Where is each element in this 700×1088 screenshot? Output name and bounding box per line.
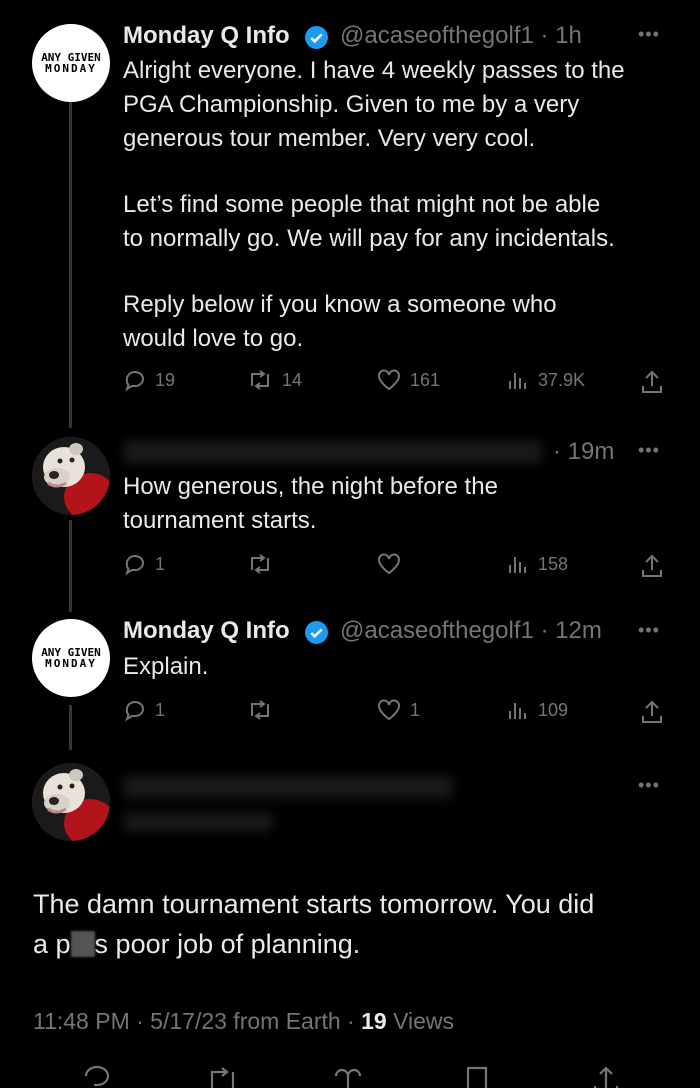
retweet-count: 14: [282, 369, 303, 390]
reply-button[interactable]: 1: [123, 698, 165, 722]
retweet-icon[interactable]: [205, 1062, 239, 1088]
reply-count: 1: [155, 699, 166, 720]
views-button[interactable]: 109: [506, 698, 568, 722]
share-icon[interactable]: [592, 1060, 620, 1088]
post-time[interactable]: 11:48 PM · 5/17/23 from Earth ·: [33, 1008, 361, 1034]
retweet-button[interactable]: [246, 698, 274, 722]
heart-icon: [378, 553, 400, 575]
reply-icon: [125, 701, 144, 722]
more-options-icon[interactable]: •••: [638, 440, 660, 461]
views-count: 109: [538, 699, 569, 720]
timestamp[interactable]: · 19m: [553, 438, 614, 466]
tweet-text-fragment: a p: [33, 929, 71, 959]
thread-line: [69, 520, 72, 612]
analytics-icon: [509, 703, 526, 719]
censor-block: [70, 931, 95, 957]
views-count: 37.9K: [538, 369, 586, 390]
logo-text: MONDAY: [45, 657, 97, 670]
views-button[interactable]: 158: [506, 552, 568, 576]
analytics-icon: [509, 373, 526, 389]
retweet-icon: [251, 554, 269, 574]
reply-icon[interactable]: [82, 1062, 112, 1088]
share-icon[interactable]: [640, 699, 664, 725]
avatar[interactable]: ANY GIVEN MONDAY: [32, 619, 110, 697]
handle-timestamp[interactable]: @acaseofthegolf1 · 12m: [340, 617, 602, 645]
bulldog-image: [32, 763, 110, 841]
views-count: 19: [361, 1008, 387, 1034]
heart-icon: [378, 699, 400, 721]
views-label: Views: [386, 1008, 455, 1034]
redacted-username: [123, 775, 453, 799]
tweet-text-fragment: s poor job of planning.: [94, 929, 361, 959]
verified-badge-icon: [305, 621, 328, 644]
more-options-icon[interactable]: •••: [638, 24, 660, 45]
share-icon[interactable]: [640, 553, 664, 579]
reply-icon: [125, 371, 144, 392]
avatar[interactable]: [32, 763, 110, 841]
handle-timestamp[interactable]: @acaseofthegolf1 · 1h: [340, 22, 582, 50]
tweet-text: How generous, the night before the tourn…: [123, 473, 498, 534]
more-options-icon[interactable]: •••: [638, 775, 660, 796]
retweet-icon: [251, 700, 269, 720]
reply-icon: [125, 555, 144, 576]
verified-badge-icon: [305, 26, 328, 49]
retweet-button[interactable]: 14: [246, 368, 302, 392]
tweet-text: Let’s find some people that might not be…: [123, 191, 615, 252]
like-count: 161: [410, 369, 441, 390]
tweet-text: The damn tournament starts tomorrow. You…: [33, 884, 683, 964]
like-count: 1: [410, 699, 421, 720]
thread-line: [69, 705, 72, 750]
tweet-text-line: a p s poor job of planning.: [33, 924, 683, 964]
share-icon[interactable]: [640, 369, 664, 395]
reply-count: 1: [155, 553, 166, 574]
views-button[interactable]: 37.9K: [506, 368, 585, 392]
views-count: 158: [538, 553, 569, 574]
bookmark-icon[interactable]: [464, 1062, 490, 1088]
bulldog-image: [32, 437, 110, 515]
retweet-button[interactable]: [246, 552, 274, 576]
like-button[interactable]: 161: [376, 368, 440, 392]
heart-icon: [378, 369, 400, 391]
logo-text: MONDAY: [45, 62, 97, 75]
tweet-text-line: The damn tournament starts tomorrow. You…: [33, 889, 595, 919]
analytics-icon: [509, 557, 526, 573]
reply-count: 19: [155, 369, 176, 390]
retweet-icon: [251, 370, 269, 390]
more-options-icon[interactable]: •••: [638, 620, 660, 641]
tweet-text: Explain.: [123, 653, 209, 680]
tweet-metadata: 11:48 PM · 5/17/23 from Earth · 19 Views: [33, 1008, 454, 1035]
redacted-handle: [123, 812, 273, 832]
like-button[interactable]: [376, 552, 402, 576]
redacted-username: [123, 440, 543, 464]
tweet-text: Alright everyone. I have 4 weekly passes…: [123, 57, 625, 152]
tweet-text: Reply below if you know a someone who wo…: [123, 291, 557, 352]
reply-button[interactable]: 1: [123, 552, 165, 576]
like-button[interactable]: 1: [376, 698, 420, 722]
reply-button[interactable]: 19: [123, 368, 175, 392]
heart-icon[interactable]: [332, 1062, 364, 1088]
display-name[interactable]: Monday Q Info: [123, 617, 290, 645]
avatar[interactable]: ANY GIVEN MONDAY: [32, 24, 110, 102]
display-name[interactable]: Monday Q Info: [123, 22, 290, 50]
thread-line: [69, 100, 72, 428]
avatar[interactable]: [32, 437, 110, 515]
